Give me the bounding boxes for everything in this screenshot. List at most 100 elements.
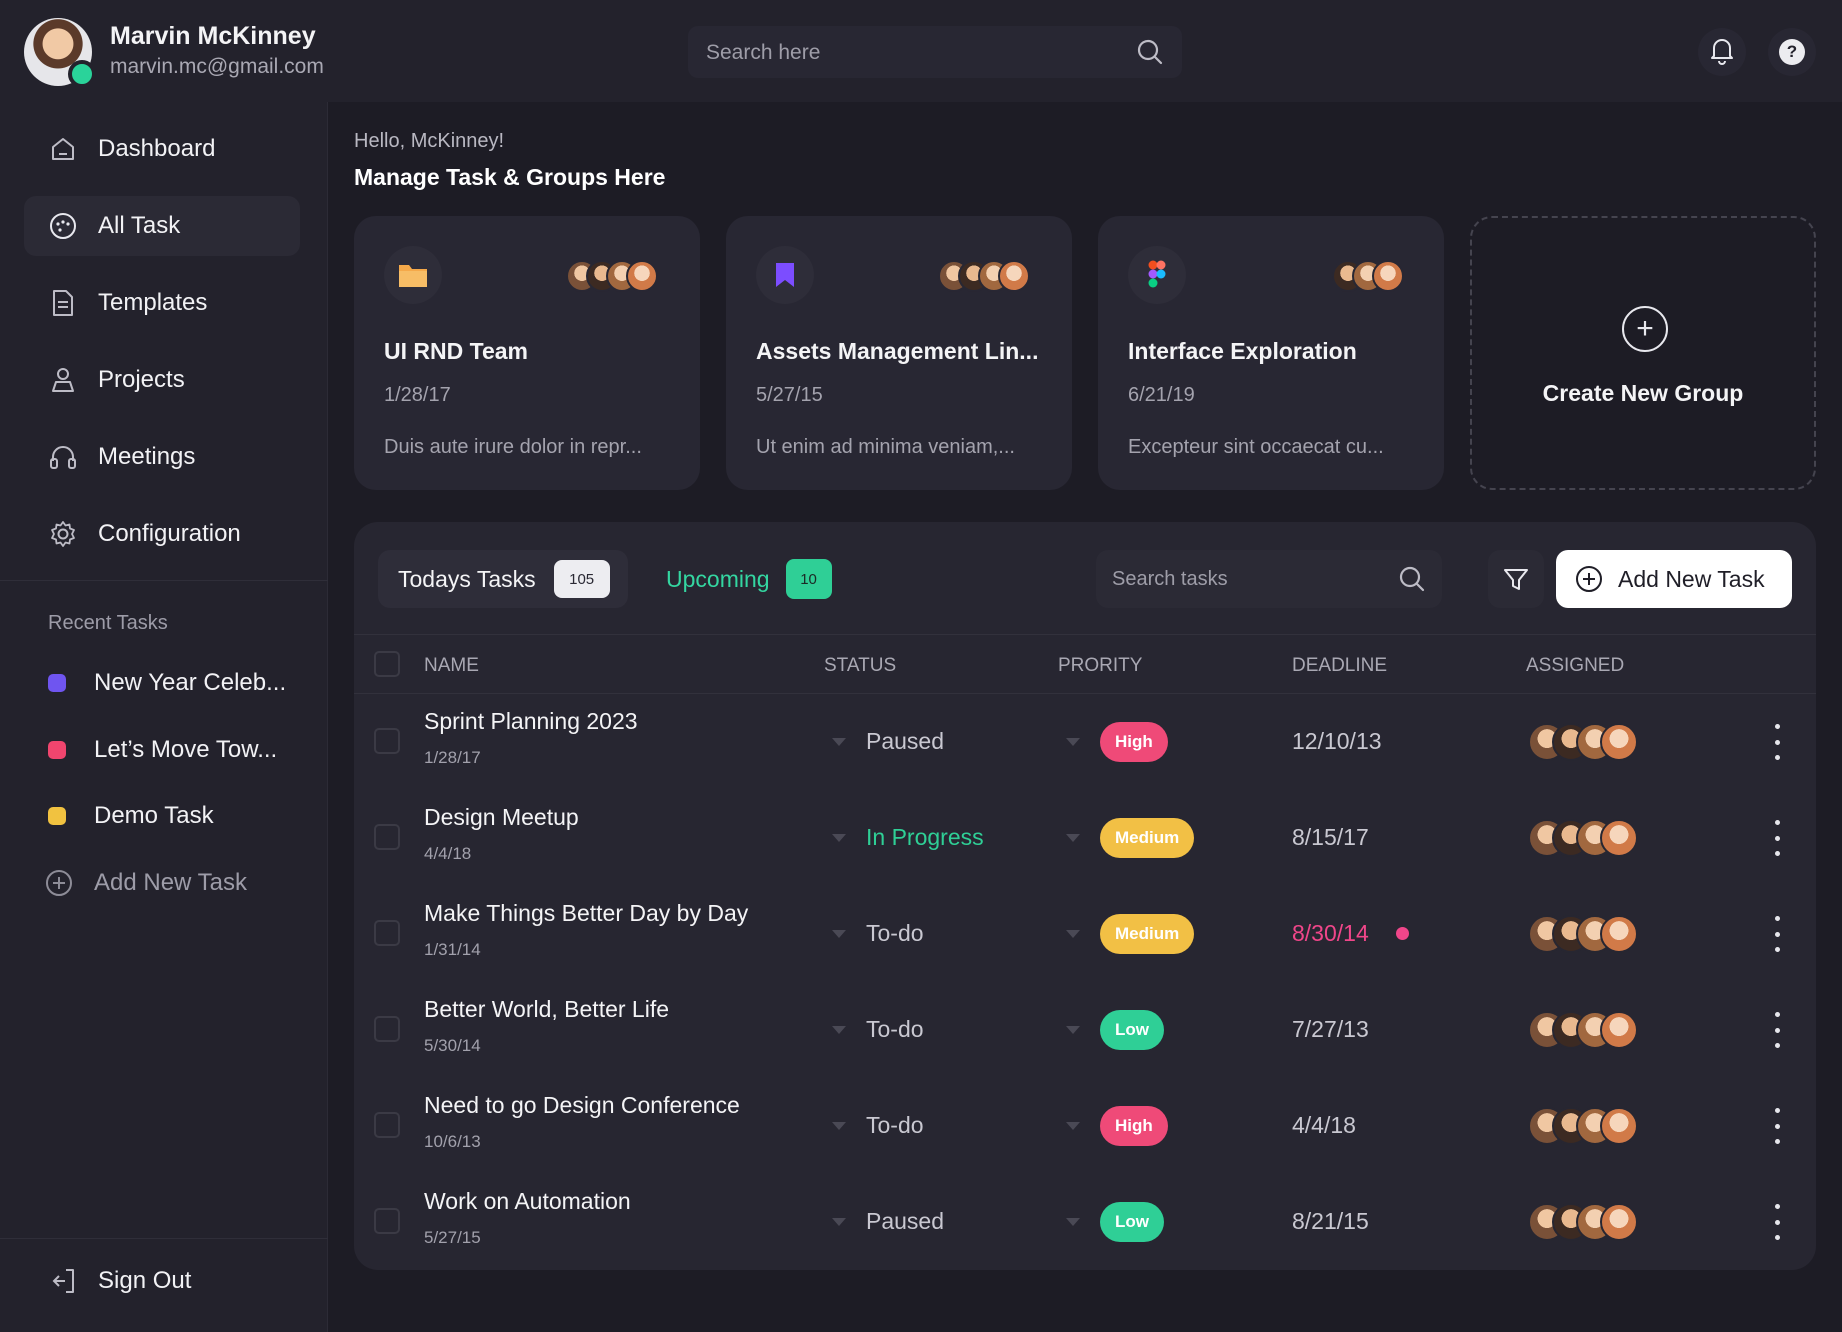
row-checkbox[interactable]: [374, 824, 400, 850]
table-row[interactable]: Better World, Better Life 5/30/14 To-do Low…: [354, 982, 1816, 1078]
notifications-button[interactable]: [1698, 28, 1746, 76]
status-dropdown-icon[interactable]: [832, 930, 846, 938]
priority-dropdown-icon[interactable]: [1066, 738, 1080, 746]
recent-task-item[interactable]: Demo Task: [48, 802, 214, 830]
priority-badge[interactable]: Medium: [1100, 914, 1195, 954]
table-row[interactable]: Sprint Planning 2023 1/28/17 Paused High 12/…: [354, 694, 1816, 790]
task-status[interactable]: To-do: [866, 920, 924, 947]
group-card[interactable]: Interface Exploration 6/21/19 Excepteur …: [1098, 216, 1444, 490]
column-header-status[interactable]: STATUS: [824, 655, 896, 677]
table-row[interactable]: Make Things Better Day by Day 1/31/14 To-d…: [354, 886, 1816, 982]
avatar: [1372, 260, 1404, 292]
table-row[interactable]: Need to go Design Conference 10/6/13 To-do…: [354, 1078, 1816, 1174]
task-status[interactable]: Paused: [866, 728, 944, 755]
column-header-deadline[interactable]: DEADLINE: [1292, 655, 1387, 677]
search-icon[interactable]: [1136, 38, 1164, 71]
status-dropdown-icon[interactable]: [832, 1026, 846, 1034]
sidebar-item-label: Meetings: [98, 443, 196, 470]
assigned-avatars[interactable]: [1528, 723, 1638, 761]
add-new-task-link[interactable]: Add New Task: [46, 868, 247, 898]
row-checkbox[interactable]: [374, 1016, 400, 1042]
priority-badge[interactable]: Low: [1100, 1202, 1164, 1242]
page-title: Manage Task & Groups Here: [354, 164, 666, 190]
group-members[interactable]: [566, 260, 658, 292]
sidebar-item-dashboard[interactable]: Dashboard: [24, 119, 300, 179]
table-header: NAME STATUS PRORITY DEADLINE ASSIGNED: [354, 634, 1816, 694]
global-search-placeholder: Search here: [706, 41, 821, 64]
task-deadline: 12/10/13: [1292, 728, 1382, 754]
priority-badge[interactable]: High: [1100, 722, 1168, 762]
group-members[interactable]: [1332, 260, 1404, 292]
task-status[interactable]: In Progress: [866, 824, 984, 851]
headset-icon: [48, 442, 78, 472]
row-checkbox[interactable]: [374, 1112, 400, 1138]
priority-dropdown-icon[interactable]: [1066, 1026, 1080, 1034]
row-checkbox[interactable]: [374, 1208, 400, 1234]
group-card[interactable]: UI RND Team 1/28/17 Duis aute irure dolo…: [354, 216, 700, 490]
table-row[interactable]: Design Meetup 4/4/18 In Progress Medium 8/15…: [354, 790, 1816, 886]
tab-upcoming[interactable]: Upcoming 10: [666, 550, 832, 608]
status-dropdown-icon[interactable]: [832, 1122, 846, 1130]
more-options-icon[interactable]: [1772, 724, 1782, 760]
status-dropdown-icon[interactable]: [832, 834, 846, 842]
recent-task-item[interactable]: Let’s Move Tow...: [48, 736, 277, 764]
priority-dropdown-icon[interactable]: [1066, 834, 1080, 842]
recent-task-color-dot: [48, 807, 66, 825]
task-status[interactable]: To-do: [866, 1016, 924, 1043]
priority-dropdown-icon[interactable]: [1066, 930, 1080, 938]
filter-icon: [1502, 565, 1530, 593]
global-search-input[interactable]: Search here: [688, 26, 1182, 78]
priority-badge[interactable]: Low: [1100, 1010, 1164, 1050]
user-name: Marvin McKinney: [110, 22, 316, 50]
greeting-text: Hello, McKinney!: [354, 130, 505, 152]
avatar: [1600, 723, 1638, 761]
group-description: Duis aute irure dolor in repr...: [384, 436, 642, 458]
task-search-input[interactable]: Search tasks: [1096, 550, 1442, 608]
task-name: Better World, Better Life: [424, 996, 670, 1022]
recent-task-item[interactable]: New Year Celeb...: [48, 669, 286, 697]
column-header-priority[interactable]: PRORITY: [1058, 655, 1142, 677]
row-checkbox[interactable]: [374, 920, 400, 946]
more-options-icon[interactable]: [1772, 1108, 1782, 1144]
task-status[interactable]: To-do: [866, 1112, 924, 1139]
assigned-avatars[interactable]: [1528, 1203, 1638, 1241]
table-row[interactable]: Work on Automation 5/27/15 Paused Low 8/21/1…: [354, 1174, 1816, 1270]
help-button[interactable]: ?: [1768, 28, 1816, 76]
tab-todays-tasks[interactable]: Todays Tasks 105: [378, 550, 628, 608]
more-options-icon[interactable]: [1772, 820, 1782, 856]
assigned-avatars[interactable]: [1528, 819, 1638, 857]
column-header-name[interactable]: NAME: [424, 655, 479, 677]
priority-dropdown-icon[interactable]: [1066, 1218, 1080, 1226]
sidebar-item-projects[interactable]: Projects: [24, 350, 300, 410]
column-header-assigned[interactable]: ASSIGNED: [1526, 655, 1624, 677]
group-members[interactable]: [938, 260, 1030, 292]
search-icon[interactable]: [1398, 565, 1426, 598]
sidebar-item-configuration[interactable]: Configuration: [24, 504, 300, 564]
task-deadline: 8/21/15: [1292, 1208, 1369, 1234]
select-all-checkbox[interactable]: [374, 651, 400, 677]
priority-badge[interactable]: Medium: [1100, 818, 1195, 858]
task-status[interactable]: Paused: [866, 1208, 944, 1235]
priority-dropdown-icon[interactable]: [1066, 1122, 1080, 1130]
assigned-avatars[interactable]: [1528, 915, 1638, 953]
task-date: 5/27/15: [424, 1228, 481, 1247]
sidebar-item-templates[interactable]: Templates: [24, 273, 300, 333]
status-dropdown-icon[interactable]: [832, 738, 846, 746]
add-new-task-button[interactable]: Add New Task: [1556, 550, 1792, 608]
more-options-icon[interactable]: [1772, 1012, 1782, 1048]
row-checkbox[interactable]: [374, 728, 400, 754]
group-card[interactable]: Assets Management Lin... 5/27/15 Ut enim…: [726, 216, 1072, 490]
more-options-icon[interactable]: [1772, 1204, 1782, 1240]
task-date: 10/6/13: [424, 1132, 481, 1151]
task-deadline: 4/4/18: [1292, 1112, 1356, 1138]
status-dropdown-icon[interactable]: [832, 1218, 846, 1226]
sidebar-item-meetings[interactable]: Meetings: [24, 427, 300, 487]
priority-badge[interactable]: High: [1100, 1106, 1168, 1146]
more-options-icon[interactable]: [1772, 916, 1782, 952]
assigned-avatars[interactable]: [1528, 1107, 1638, 1145]
sidebar-item-all-task[interactable]: All Task: [24, 196, 300, 256]
sign-out-button[interactable]: Sign Out: [48, 1266, 191, 1296]
filter-button[interactable]: [1488, 550, 1544, 608]
assigned-avatars[interactable]: [1528, 1011, 1638, 1049]
create-new-group-button[interactable]: + Create New Group: [1470, 216, 1816, 490]
